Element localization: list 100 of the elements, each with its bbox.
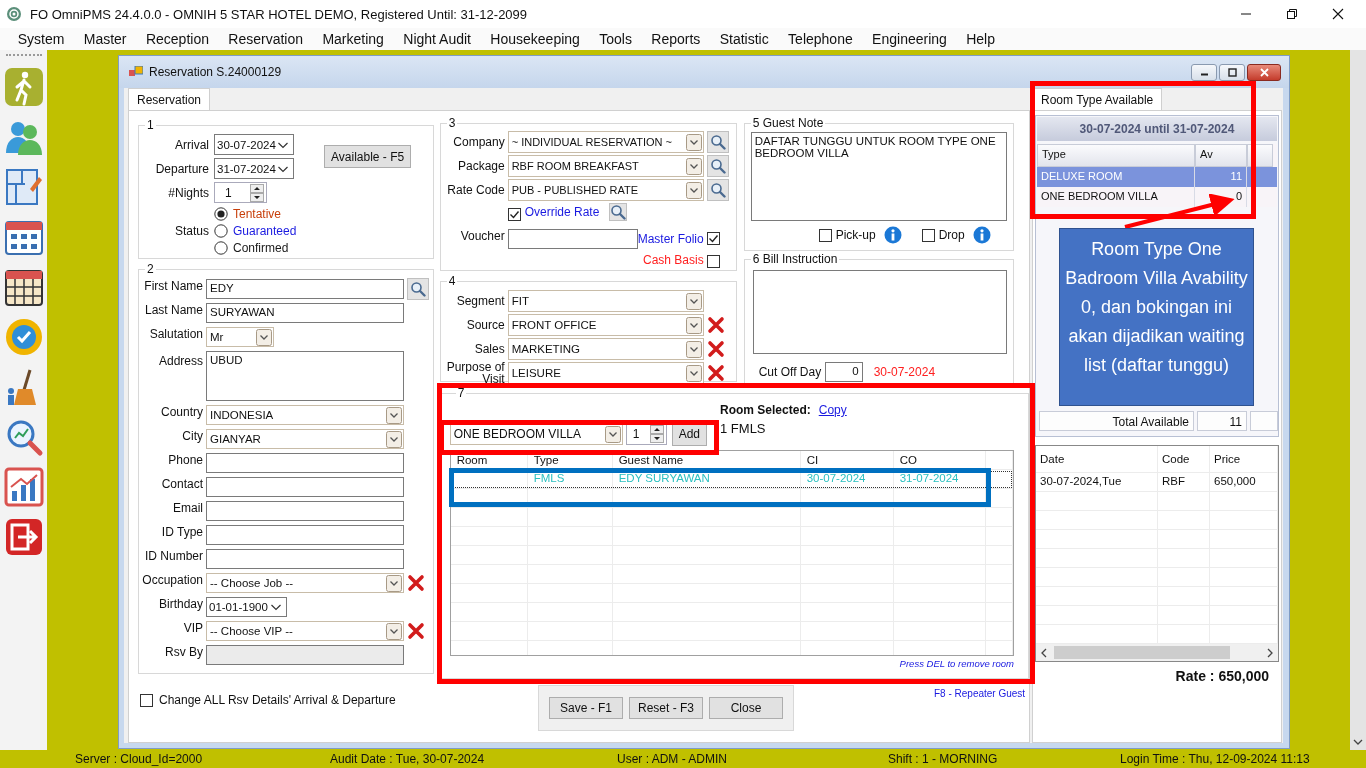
field-label: Rsv By xyxy=(164,645,203,661)
checkbox-label[interactable]: Master Folio xyxy=(637,232,704,246)
checkbox[interactable] xyxy=(818,228,832,242)
text-field[interactable] xyxy=(206,645,404,665)
dropdown[interactable]: RBF ROOM BREAKFAST xyxy=(507,155,704,177)
scrollbar[interactable] xyxy=(1036,644,1278,661)
delete-icon[interactable] xyxy=(706,340,725,358)
menu-item[interactable]: Telephone xyxy=(778,31,863,47)
tab[interactable]: Reservation xyxy=(128,88,211,110)
date-picker[interactable]: 30-07-2024 xyxy=(214,134,294,155)
menu-item[interactable]: Night Audit xyxy=(393,31,481,47)
dropdown[interactable]: FIT xyxy=(507,290,704,312)
dialog-button[interactable]: Close xyxy=(709,697,783,719)
checkbox[interactable] xyxy=(706,231,720,245)
radio-label[interactable]: Guaranteed xyxy=(233,224,297,238)
menu-item[interactable]: Engineering xyxy=(862,31,957,47)
text-field[interactable] xyxy=(206,477,404,497)
delete-icon[interactable] xyxy=(407,622,425,640)
dropdown[interactable]: -- Choose VIP -- xyxy=(206,621,404,641)
checkbox-label[interactable]: Cash Basis xyxy=(642,252,704,267)
text-field[interactable]: EDY xyxy=(206,279,404,299)
menu-item[interactable]: Statistic xyxy=(710,31,779,47)
search-icon xyxy=(709,134,726,150)
text-area[interactable]: DAFTAR TUNGGU UNTUK ROOM TYPE ONE BEDROOM VILLA xyxy=(750,132,1007,221)
chart-icon[interactable] xyxy=(3,467,44,507)
menu-item[interactable]: Housekeeping xyxy=(480,31,590,47)
restore-button[interactable] xyxy=(1219,63,1245,81)
copy-link[interactable]: Copy xyxy=(818,403,847,417)
date-picker[interactable]: 01-01-1900 xyxy=(206,597,287,617)
delete-icon[interactable] xyxy=(706,364,725,382)
menu-item[interactable]: Reservation xyxy=(218,31,313,47)
check-badge-icon[interactable] xyxy=(3,317,44,357)
checkbox-label[interactable]: Pick-up xyxy=(835,228,876,242)
menu-item[interactable]: Reception xyxy=(136,31,219,47)
search-button[interactable] xyxy=(609,203,628,221)
dropdown[interactable]: MARKETING xyxy=(507,338,704,360)
calendar-icon[interactable] xyxy=(3,267,44,307)
menu-item[interactable]: System xyxy=(8,31,75,47)
search-button[interactable] xyxy=(407,278,429,300)
restore-icon[interactable] xyxy=(1286,8,1298,20)
text-field[interactable] xyxy=(206,549,404,569)
text-field[interactable] xyxy=(206,453,404,473)
delete-icon[interactable] xyxy=(407,574,425,592)
close-icon[interactable] xyxy=(1332,8,1344,20)
group-label: 1 xyxy=(146,119,155,132)
text-field[interactable] xyxy=(206,525,404,545)
menu-item[interactable]: Marketing xyxy=(312,31,394,47)
radio-button[interactable] xyxy=(214,224,228,238)
checkbox[interactable] xyxy=(921,228,935,242)
number-field[interactable]: 0 xyxy=(824,362,863,382)
checkbox-label[interactable]: Drop xyxy=(938,228,965,242)
dropdown[interactable]: GIANYAR xyxy=(206,429,404,449)
available-button[interactable]: Available - F5 xyxy=(324,145,412,168)
text-area[interactable]: UBUD xyxy=(206,351,404,401)
checkbox[interactable] xyxy=(507,207,521,221)
radio-button[interactable] xyxy=(214,207,228,221)
minimize-icon[interactable] xyxy=(1240,13,1252,15)
dropdown[interactable]: ONE BEDROOM VILLA xyxy=(449,423,623,445)
menu-item[interactable]: Reports xyxy=(641,31,711,47)
search-button[interactable] xyxy=(706,155,729,177)
group-label: 5 Guest Note xyxy=(751,117,825,130)
checkbox[interactable] xyxy=(140,693,153,707)
radio-label[interactable]: Confirmed xyxy=(233,241,289,255)
dropdown[interactable]: FRONT OFFICE xyxy=(507,314,704,336)
field-label: Country xyxy=(159,405,203,421)
dropdown[interactable]: PUB - PUBLISHED RATE xyxy=(507,179,704,201)
text-field[interactable]: SURYAWAN xyxy=(206,303,404,323)
floor-plan-icon[interactable] xyxy=(3,167,44,207)
chevron-down-icon[interactable] xyxy=(1353,738,1363,746)
delete-icon[interactable] xyxy=(706,316,725,334)
text-area[interactable] xyxy=(752,270,1007,354)
dropdown[interactable]: LEISURE xyxy=(507,362,704,384)
search-button[interactable] xyxy=(706,131,729,153)
dialog-button[interactable]: Save - F1 xyxy=(549,697,623,719)
dropdown[interactable]: Mr xyxy=(206,327,274,347)
text-field[interactable] xyxy=(507,229,638,249)
menu-item[interactable]: Help xyxy=(956,31,1005,47)
menu-item[interactable]: Master xyxy=(74,31,137,47)
tab[interactable]: Room Type Available xyxy=(1032,88,1163,110)
menu-item[interactable]: Tools xyxy=(589,31,642,47)
checkbox[interactable] xyxy=(706,255,720,268)
dropdown[interactable]: -- Choose Job -- xyxy=(206,573,404,593)
dropdown[interactable]: INDONESIA xyxy=(206,405,404,425)
radio-button[interactable] xyxy=(214,241,228,255)
radio-label[interactable]: Tentative xyxy=(233,207,282,221)
repeater-guest-link[interactable]: F8 - Repeater Guest xyxy=(934,688,1026,699)
search-button[interactable] xyxy=(706,179,729,201)
checkbox-label[interactable]: Change ALL Rsv Details' Arrival & Departure xyxy=(159,693,396,707)
minimize-button[interactable] xyxy=(1191,63,1217,81)
number-spinner[interactable]: 1 xyxy=(214,182,267,203)
checkbox-label[interactable]: Override Rate xyxy=(524,205,600,219)
dropdown[interactable]: ~ INDIVIDUAL RESERVATION ~ xyxy=(507,131,704,153)
exit-icon[interactable] xyxy=(3,517,44,557)
dialog-button[interactable]: Reset - F3 xyxy=(629,697,703,719)
info-icon[interactable] xyxy=(972,226,991,244)
text-field[interactable] xyxy=(206,501,404,521)
date-picker[interactable]: 31-07-2024 xyxy=(214,158,294,179)
number-spinner[interactable]: 1 xyxy=(625,423,667,445)
info-icon[interactable] xyxy=(883,226,902,244)
close-button[interactable] xyxy=(1247,63,1281,81)
